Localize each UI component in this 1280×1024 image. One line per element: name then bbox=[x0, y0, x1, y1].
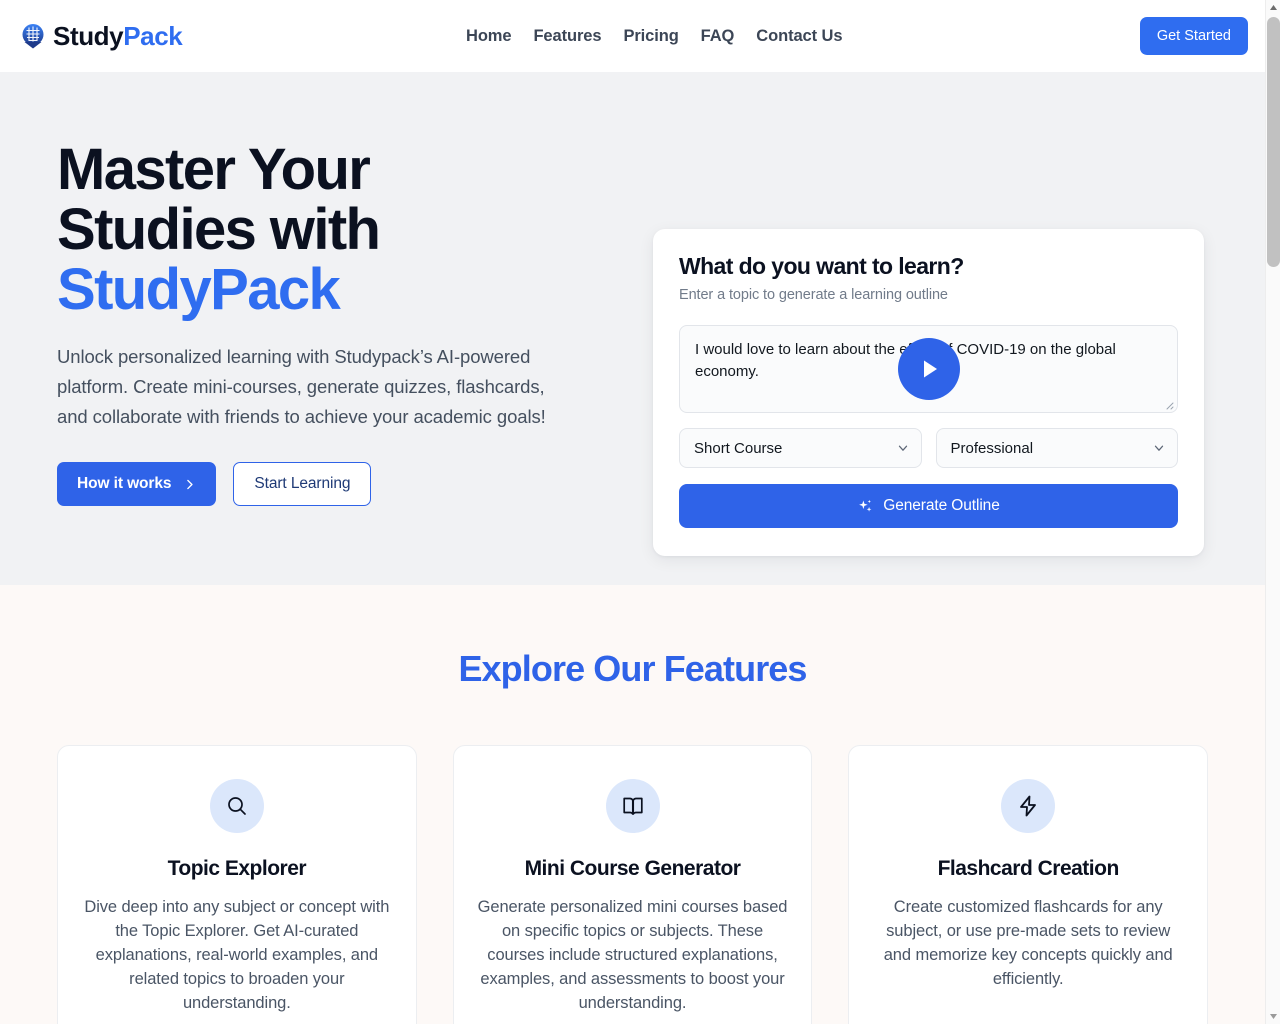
hero-section: Master Your Studies with StudyPack Unloc… bbox=[0, 72, 1265, 585]
page-content: StudyPack Home Features Pricing FAQ Cont… bbox=[0, 0, 1265, 1024]
feature-icon-circle bbox=[605, 779, 660, 833]
features-section: Explore Our Features Topic Explorer Dive… bbox=[0, 585, 1265, 1024]
feature-title: Mini Course Generator bbox=[524, 857, 741, 880]
feature-description: Dive deep into any subject or concept wi… bbox=[84, 898, 390, 1012]
learning-generator-card: What do you want to learn? Enter a topic… bbox=[653, 229, 1204, 556]
topic-input-wrapper bbox=[679, 325, 1178, 413]
site-header: StudyPack Home Features Pricing FAQ Cont… bbox=[0, 0, 1265, 72]
play-icon bbox=[923, 360, 937, 378]
nav-item-home[interactable]: Home bbox=[466, 27, 512, 46]
book-open-icon bbox=[622, 797, 643, 815]
hero-title-accent: StudyPack bbox=[57, 257, 341, 322]
course-format-select-wrapper: Short CourseFull CourseQuick OverviewDee… bbox=[679, 428, 922, 468]
feature-card-flashcard-creation[interactable]: Flashcard Creation Create customized fla… bbox=[848, 745, 1209, 1024]
feature-icon-circle bbox=[1001, 779, 1056, 833]
page-scrollbar[interactable] bbox=[1265, 0, 1280, 1024]
features-title: Explore Our Features bbox=[458, 648, 807, 689]
feature-card-topic-explorer[interactable]: Topic Explorer Dive deep into any subjec… bbox=[57, 745, 417, 1024]
options-row: Short CourseFull CourseQuick OverviewDee… bbox=[679, 428, 1178, 468]
chevron-right-icon bbox=[187, 479, 194, 489]
course-format-select[interactable]: Short CourseFull CourseQuick OverviewDee… bbox=[679, 428, 922, 468]
feature-card-mini-course-generator[interactable]: Mini Course Generator Generate personali… bbox=[452, 745, 813, 1024]
level-select[interactable]: BeginnerIntermediateAdvancedProfessional bbox=[935, 428, 1178, 468]
nav-item-pricing[interactable]: Pricing bbox=[623, 27, 678, 46]
logo[interactable]: StudyPack bbox=[20, 21, 183, 51]
get-started-button[interactable]: Get Started bbox=[1139, 17, 1248, 55]
logo-text: StudyPack bbox=[53, 21, 183, 51]
how-it-works-label: How it works bbox=[77, 475, 172, 492]
generate-outline-label: Generate Outline bbox=[883, 497, 1000, 514]
caret-down-icon bbox=[1270, 1014, 1277, 1019]
feature-icon-circle bbox=[209, 779, 264, 833]
card-subtitle: Enter a topic to generate a learning out… bbox=[679, 287, 948, 303]
hero-title: Master Your Studies with StudyPack bbox=[57, 140, 617, 320]
level-select-wrapper: BeginnerIntermediateAdvancedProfessional bbox=[935, 428, 1178, 468]
nav-item-faq[interactable]: FAQ bbox=[701, 27, 735, 46]
scroll-down-button[interactable] bbox=[1266, 1009, 1280, 1024]
logo-text-pack: Pack bbox=[123, 21, 183, 51]
hero-buttons: How it works Start Learning bbox=[57, 462, 617, 506]
caret-up-icon bbox=[1270, 5, 1277, 10]
sparkles-icon bbox=[859, 499, 872, 512]
hero-copy: Master Your Studies with StudyPack Unloc… bbox=[57, 140, 617, 506]
globe-grid-icon bbox=[22, 24, 44, 49]
start-learning-button[interactable]: Start Learning bbox=[233, 462, 372, 506]
play-button[interactable] bbox=[897, 338, 960, 400]
hero-subtitle: Unlock personalized learning with Studyp… bbox=[57, 346, 546, 427]
browser-viewport: StudyPack Home Features Pricing FAQ Cont… bbox=[0, 0, 1280, 1024]
feature-description: Generate personalized mini courses based… bbox=[477, 898, 788, 1012]
hero-title-line2: Studies with bbox=[57, 197, 381, 262]
scroll-thumb[interactable] bbox=[1267, 17, 1280, 267]
logo-text-study: Study bbox=[53, 21, 124, 51]
feature-title: Flashcard Creation bbox=[937, 857, 1120, 880]
nav-item-features[interactable]: Features bbox=[533, 27, 601, 46]
zap-icon bbox=[1020, 795, 1037, 817]
feature-cards: Topic Explorer Dive deep into any subjec… bbox=[0, 745, 1265, 1024]
main-nav: Home Features Pricing FAQ Contact Us bbox=[466, 0, 842, 72]
search-icon bbox=[227, 797, 246, 815]
feature-title: Topic Explorer bbox=[167, 857, 307, 880]
feature-description: Create customized flashcards for any sub… bbox=[883, 898, 1173, 988]
generate-outline-button[interactable]: Generate Outline bbox=[679, 484, 1178, 528]
scroll-up-button[interactable] bbox=[1266, 0, 1280, 15]
how-it-works-button[interactable]: How it works bbox=[57, 462, 217, 506]
hero-title-line1: Master Your bbox=[57, 137, 371, 202]
nav-item-contact-us[interactable]: Contact Us bbox=[756, 27, 842, 46]
card-title: What do you want to learn? bbox=[679, 253, 964, 279]
